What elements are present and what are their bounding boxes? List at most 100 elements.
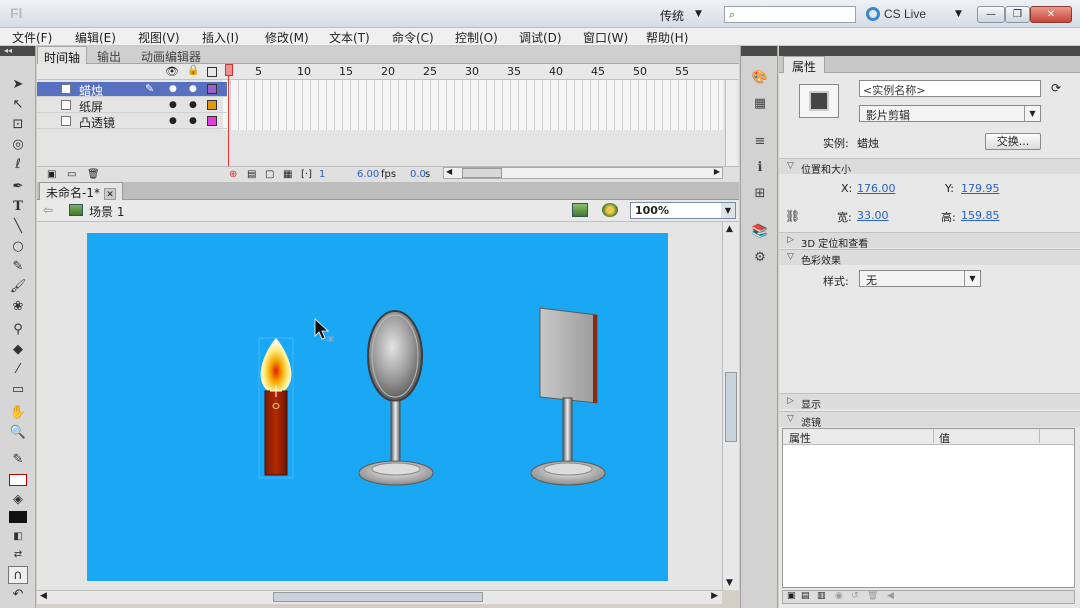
paint-bucket-icon[interactable]: ◆ xyxy=(8,341,28,359)
lock-ratio-icon[interactable]: ⛓ xyxy=(785,209,800,223)
edit-scene-icon[interactable] xyxy=(572,203,588,217)
menu-commands[interactable]: 命令(C) xyxy=(392,29,434,46)
x-value[interactable]: 176.00 xyxy=(857,182,896,195)
menu-file[interactable]: 文件(F) xyxy=(12,29,52,46)
bone-tool-icon[interactable]: ⚲ xyxy=(8,321,28,339)
layer-name[interactable]: 蜡烛 xyxy=(79,82,103,99)
text-tool-icon[interactable]: T xyxy=(8,198,28,216)
collapse-icon[interactable]: ▽ xyxy=(787,414,794,424)
convex-lens-symbol[interactable] xyxy=(358,310,434,486)
swap-colors-icon[interactable]: ⇄ xyxy=(8,546,28,564)
visibility-dot[interactable]: ● xyxy=(169,84,177,94)
panel-grip[interactable]: ◂◂ xyxy=(0,46,35,56)
minimize-button[interactable]: — xyxy=(977,6,1005,23)
smooth-icon[interactable]: ↶ xyxy=(8,586,28,604)
color-panel-icon[interactable]: 🎨 xyxy=(751,70,769,86)
onion-outline-icon[interactable]: ▢ xyxy=(265,169,274,180)
visibility-dot[interactable]: ● xyxy=(169,116,177,126)
lock-dot[interactable]: ● xyxy=(189,116,197,126)
section-3d[interactable]: ▷ 3D 定位和查看 xyxy=(779,232,1080,250)
stage-canvas[interactable]: ▣ xyxy=(87,233,668,581)
lock-dot[interactable]: ● xyxy=(189,84,197,94)
filters-table[interactable]: 属性 值 xyxy=(782,428,1075,588)
tab-motion-editor[interactable]: 动画编辑器 xyxy=(135,46,207,64)
menu-view[interactable]: 视图(V) xyxy=(138,29,180,46)
menu-insert[interactable]: 插入(I) xyxy=(202,29,239,46)
expand-icon[interactable]: ▷ xyxy=(787,396,794,406)
back-arrow-icon[interactable]: ⇦ xyxy=(43,203,53,217)
chevron-down-icon[interactable]: ▼ xyxy=(1024,106,1040,121)
fill-color-icon[interactable]: ◈ xyxy=(8,491,28,509)
info-panel-icon[interactable]: ℹ xyxy=(751,160,769,176)
outline-icon[interactable] xyxy=(207,67,217,77)
onion-skin-icon[interactable]: ▤ xyxy=(247,169,256,180)
playhead[interactable] xyxy=(225,64,233,76)
menu-edit[interactable]: 编辑(E) xyxy=(75,29,116,46)
timeline-vertical-scrollbar[interactable] xyxy=(725,80,737,166)
delete-filter-icon[interactable]: 🗑 xyxy=(867,591,878,601)
layer-name[interactable]: 凸透镜 xyxy=(79,114,115,131)
lasso-tool-icon[interactable]: ℓ xyxy=(8,156,28,174)
help-icon[interactable]: ⟳ xyxy=(1051,81,1061,95)
scroll-right-icon[interactable]: ▶ xyxy=(714,167,720,176)
pencil-tool-icon[interactable]: ✎ xyxy=(8,258,28,276)
section-position-size[interactable]: ▽ 位置和大小 xyxy=(779,158,1080,176)
lock-dot[interactable]: ● xyxy=(189,100,197,110)
cs-live-button[interactable]: CS Live xyxy=(884,7,926,21)
fill-color-swatch[interactable] xyxy=(9,511,27,523)
scroll-thumb[interactable] xyxy=(273,592,483,602)
eraser-tool-icon[interactable]: ▭ xyxy=(8,381,28,399)
preset-icon[interactable]: ▤ xyxy=(801,591,810,601)
workspace-switcher[interactable]: 传统 xyxy=(660,7,684,24)
chevron-down-icon[interactable]: ▼ xyxy=(964,271,980,286)
scroll-left-icon[interactable]: ◀ xyxy=(446,167,452,176)
layer-candle[interactable]: 蜡烛 ✎ ● ● xyxy=(37,82,227,99)
new-folder-icon[interactable]: ▭ xyxy=(67,169,76,180)
tab-output[interactable]: 输出 xyxy=(91,46,127,64)
delete-layer-icon[interactable]: 🗑 xyxy=(87,169,100,180)
snap-magnet-icon[interactable]: ∩ xyxy=(8,566,28,584)
oval-tool-icon[interactable]: ○ xyxy=(8,238,28,256)
menu-help[interactable]: 帮助(H) xyxy=(646,29,688,46)
section-display[interactable]: ▷ 显示 xyxy=(779,393,1080,411)
components-panel-icon[interactable]: ⚙ xyxy=(751,250,769,266)
lock-icon[interactable]: 🔒 xyxy=(187,65,199,76)
menu-control[interactable]: 控制(O) xyxy=(455,29,498,46)
layer-color-swatch[interactable] xyxy=(207,100,217,110)
line-tool-icon[interactable]: ╲ xyxy=(8,218,28,236)
timeline-horizontal-scrollbar[interactable]: ◀ ▶ xyxy=(443,167,723,179)
layer-paper-screen[interactable]: 纸屏 ● ● xyxy=(37,98,227,114)
color-style-select[interactable]: 无 ▼ xyxy=(859,270,981,287)
scene-label[interactable]: 场景 1 xyxy=(89,203,124,220)
collapse-icon[interactable]: ▽ xyxy=(787,161,794,171)
edit-symbols-icon[interactable] xyxy=(602,203,618,217)
scroll-left-icon[interactable]: ◀ xyxy=(40,591,47,601)
library-panel-icon[interactable]: 📚 xyxy=(751,224,769,240)
current-frame[interactable]: 1 xyxy=(319,169,325,180)
chevron-down-icon[interactable]: ▼ xyxy=(721,203,735,218)
tab-properties[interactable]: 属性 xyxy=(783,56,826,74)
default-colors-icon[interactable]: ◧ xyxy=(8,528,28,546)
new-layer-icon[interactable]: ▣ xyxy=(47,169,56,180)
eyedropper-icon[interactable]: ⁄ xyxy=(8,361,28,379)
maximize-button[interactable]: ❐ xyxy=(1005,6,1030,23)
hand-tool-icon[interactable]: ✋ xyxy=(8,404,28,422)
width-value[interactable]: 33.00 xyxy=(857,209,889,222)
collapse-icon[interactable]: ▽ xyxy=(787,252,794,262)
visibility-dot[interactable]: ● xyxy=(169,100,177,110)
scroll-thumb[interactable] xyxy=(462,168,502,178)
panel-grip[interactable] xyxy=(741,46,777,56)
3d-rotation-icon[interactable]: ◎ xyxy=(8,136,28,154)
scroll-up-icon[interactable]: ▲ xyxy=(726,224,733,234)
section-color-effect[interactable]: ▽ 色彩效果 xyxy=(779,249,1080,267)
pen-tool-icon[interactable]: ✒ xyxy=(8,178,28,196)
selection-tool-icon[interactable]: ➤ xyxy=(8,76,28,94)
menu-text[interactable]: 文本(T) xyxy=(329,29,370,46)
stroke-color-icon[interactable]: ✎ xyxy=(8,451,28,469)
menu-modify[interactable]: 修改(M) xyxy=(265,29,309,46)
layer-color-swatch[interactable] xyxy=(207,84,217,94)
menu-window[interactable]: 窗口(W) xyxy=(583,29,628,46)
expand-icon[interactable]: ▷ xyxy=(787,235,794,245)
center-frame-icon[interactable]: ⊕ xyxy=(229,169,237,180)
scroll-down-icon[interactable]: ▼ xyxy=(726,578,733,588)
